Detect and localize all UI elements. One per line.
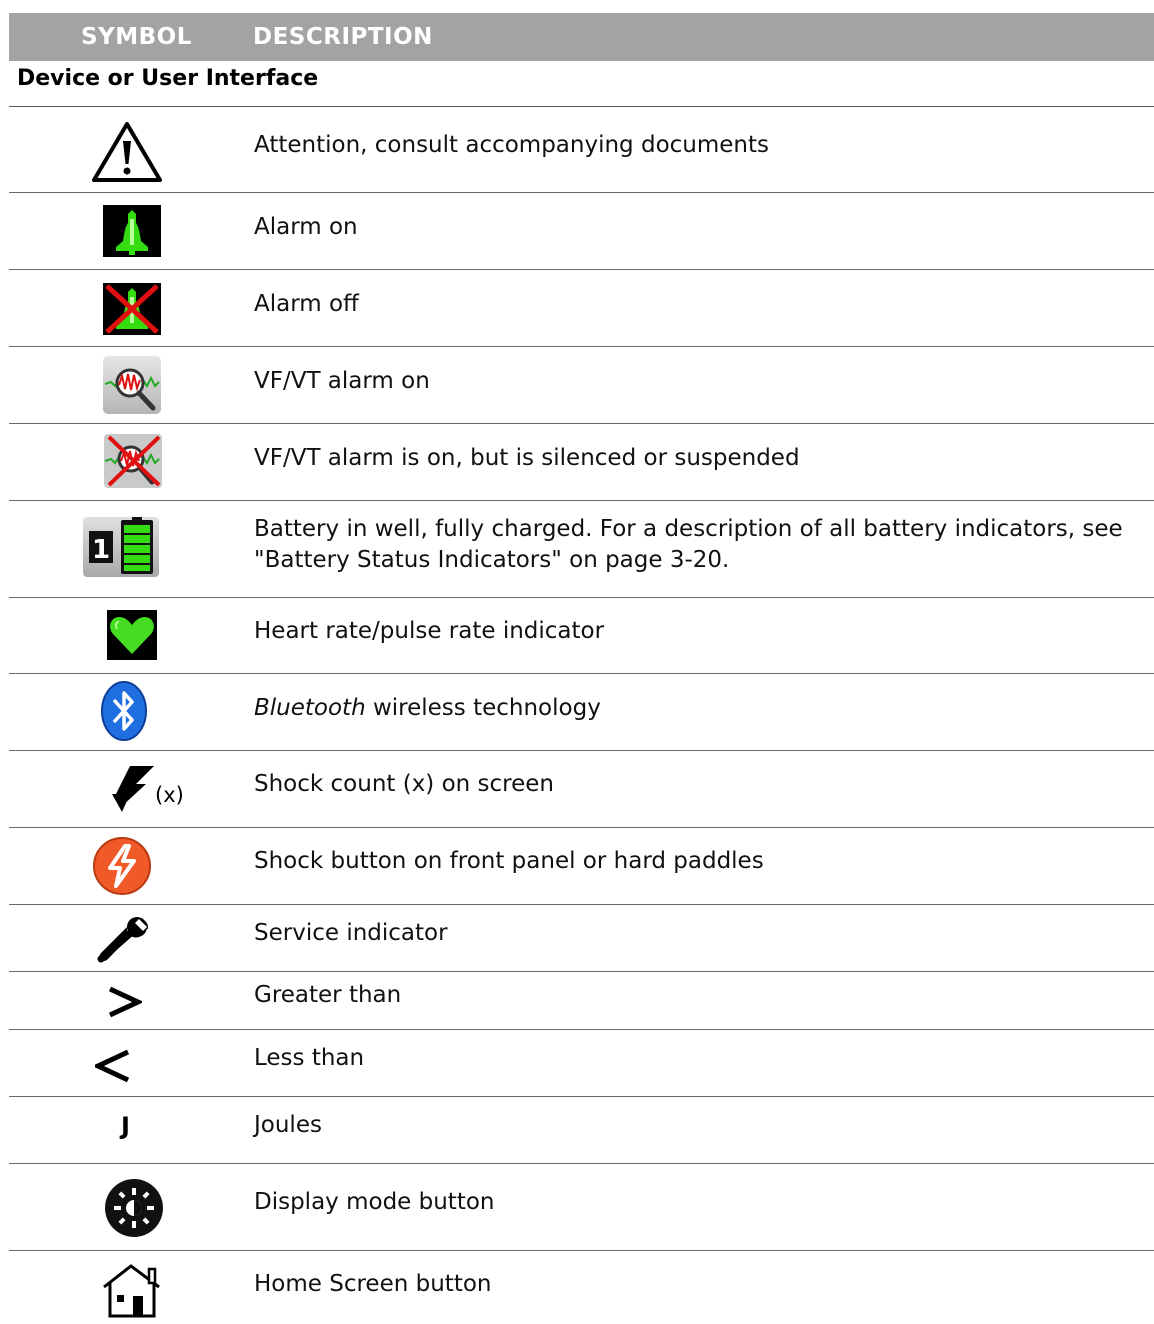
row-description: Greater than	[254, 982, 402, 1008]
vf-vt-alarm-silenced-icon	[103, 433, 163, 494]
attention-warning-icon	[91, 121, 163, 188]
row-description: Service indicator	[254, 920, 448, 946]
vf-vt-alarm-on-icon	[103, 356, 161, 419]
row-description: Home Screen button	[254, 1271, 492, 1297]
description-column-header: DESCRIPTION	[253, 24, 433, 50]
row-description: VF/VT alarm on	[254, 368, 430, 394]
less-than-icon	[92, 1049, 131, 1088]
alarm-off-bell-icon	[103, 283, 161, 340]
table-header: SYMBOL DESCRIPTION	[9, 13, 1154, 61]
table-row: Shock button on front panel or hard padd…	[9, 828, 1154, 905]
shock-count-suffix: (x)	[155, 783, 184, 807]
row-description: Shock count (x) on screen	[254, 771, 555, 797]
row-description: Less than	[254, 1045, 365, 1071]
table-row: Display mode button	[9, 1164, 1154, 1251]
shock-count-icon	[110, 764, 156, 819]
symbol-column-header: SYMBOL	[81, 24, 192, 50]
table-row: VF/VT alarm on	[9, 347, 1154, 424]
row-description: Alarm on	[254, 214, 358, 240]
cut-off-heading: ​	[0, 0, 1154, 8]
greater-than-icon	[108, 986, 144, 1023]
table-row: Heart rate/pulse rate indicator	[9, 598, 1154, 674]
row-description-line2: "Battery Status Indicators" on page 3-20…	[254, 547, 730, 573]
table-row: Bluetooth wireless technology	[9, 674, 1154, 751]
table-row: Less than	[9, 1030, 1154, 1097]
table-row: Attention, consult accompanying document…	[9, 107, 1154, 193]
row-description: Display mode button	[254, 1189, 495, 1215]
table-row: Alarm off	[9, 270, 1154, 347]
table-row: VF/VT alarm is on, but is silenced or su…	[9, 424, 1154, 501]
row-description: VF/VT alarm is on, but is silenced or su…	[254, 445, 800, 471]
battery-well-number: 1	[92, 535, 110, 565]
bluetooth-icon	[100, 680, 148, 747]
display-mode-button-icon	[104, 1178, 164, 1243]
table-row: Alarm on	[9, 193, 1154, 270]
battery-in-well-icon: 1	[83, 517, 159, 582]
row-description: Heart rate/pulse rate indicator	[254, 618, 605, 644]
row-description: Bluetooth wireless technology	[254, 693, 601, 723]
heart-rate-indicator-icon	[107, 610, 157, 665]
table-row: Greater than	[9, 972, 1154, 1030]
bluetooth-description-rest: wireless technology	[365, 695, 601, 721]
home-screen-button-icon	[101, 1263, 163, 1324]
table-row: Home Screen button	[9, 1251, 1154, 1318]
row-description: Attention, consult accompanying document…	[254, 132, 769, 158]
table-row: (x) Shock count (x) on screen	[9, 751, 1154, 828]
alarm-on-bell-icon	[103, 205, 161, 262]
bluetooth-trademark-text: Bluetooth	[254, 695, 366, 721]
table-row: J Joules	[9, 1097, 1154, 1164]
row-description: Shock button on front panel or hard padd…	[254, 848, 764, 874]
table-row: 1 Battery in well, fully charged. For a …	[9, 501, 1154, 598]
joules-symbol: J	[121, 1112, 130, 1140]
shock-button-icon	[92, 836, 152, 901]
table-row: Service indicator	[9, 905, 1154, 972]
row-description: Joules	[254, 1112, 322, 1138]
row-description: Alarm off	[254, 291, 359, 317]
row-description-line1: Battery in well, fully charged. For a de…	[254, 516, 1123, 542]
section-title: Device or User Interface	[17, 66, 319, 91]
wrench-service-icon	[95, 915, 151, 968]
